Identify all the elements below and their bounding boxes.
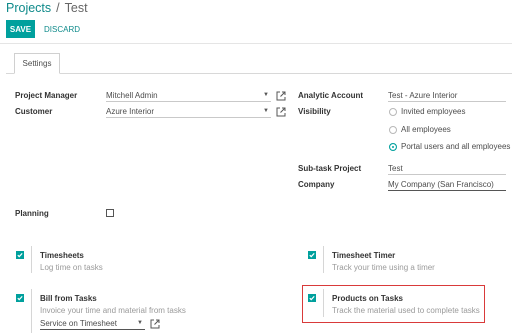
products-on-tasks-description: Track the material used to complete task… (332, 306, 480, 315)
radio-button[interactable] (389, 125, 397, 134)
radio-invited-employees[interactable]: Invited employees (389, 107, 465, 116)
check-icon (309, 295, 315, 301)
radio-button[interactable] (389, 107, 397, 116)
bill-from-tasks-title: Bill from Tasks (40, 294, 97, 303)
products-on-tasks-checkbox[interactable] (308, 294, 316, 302)
caret-down-icon: ▼ (263, 92, 269, 98)
breadcrumb-separator: / (56, 1, 60, 15)
subtask-project-value: Test (388, 163, 403, 173)
customer-value: Azure Interior (106, 106, 155, 116)
analytic-account-label: Analytic Account (298, 91, 364, 100)
caret-down-icon: ▼ (263, 108, 269, 114)
planning-label: Planning (15, 209, 49, 218)
form-sheet-border (0, 43, 512, 44)
highlight-box (302, 285, 485, 323)
company-label: Company (298, 180, 335, 189)
check-icon (309, 252, 315, 258)
bill-from-tasks-checkbox[interactable] (16, 294, 24, 302)
visibility-label: Visibility (298, 107, 331, 116)
subtask-project-field[interactable]: Test (388, 162, 506, 175)
tab-settings[interactable]: Settings (14, 53, 60, 74)
option-divider (31, 246, 32, 273)
company-field[interactable]: My Company (San Francisco) (388, 178, 506, 191)
bill-from-tasks-description: Invoice your time and material from task… (40, 306, 186, 315)
check-icon (17, 295, 23, 301)
external-link-icon[interactable] (150, 319, 160, 329)
radio-label: Portal users and all employees (401, 142, 511, 151)
timesheets-description: Log time on tasks (40, 263, 103, 272)
project-manager-value: Mitchell Admin (106, 90, 158, 100)
timesheet-timer-title: Timesheet Timer (332, 251, 396, 260)
option-divider (323, 246, 324, 273)
company-value: My Company (San Francisco) (388, 179, 494, 189)
option-divider (323, 289, 324, 317)
radio-portal-users[interactable]: Portal users and all employees (389, 142, 510, 151)
check-icon (17, 252, 23, 258)
radio-all-employees[interactable]: All employees (389, 125, 451, 134)
customer-field[interactable]: Azure Interior ▼ (106, 105, 271, 118)
option-divider (31, 289, 32, 333)
timesheet-timer-checkbox[interactable] (308, 251, 316, 259)
tabs-divider (6, 73, 512, 74)
analytic-account-value: Test - Azure Interior (388, 90, 458, 100)
analytic-account-field[interactable]: Test - Azure Interior (388, 89, 506, 102)
discard-button[interactable]: DISCARD (44, 20, 80, 38)
customer-label: Customer (15, 107, 53, 116)
caret-down-icon: ▼ (137, 320, 143, 326)
external-link-icon[interactable] (276, 91, 286, 101)
radio-label: Invited employees (401, 107, 466, 116)
radio-button-selected[interactable] (389, 142, 397, 151)
breadcrumb-current: Test (64, 1, 88, 15)
project-manager-label: Project Manager (15, 91, 78, 100)
invoicing-policy-value: Service on Timesheet (40, 318, 117, 328)
timesheets-title: Timesheets (40, 251, 84, 260)
invoicing-policy-select[interactable]: Service on Timesheet ▼ (40, 317, 145, 330)
breadcrumb-projects-link[interactable]: Projects (6, 1, 51, 15)
radio-label: All employees (401, 125, 451, 134)
save-button[interactable]: SAVE (6, 20, 35, 38)
breadcrumb: Projects / Test (6, 0, 88, 16)
planning-checkbox[interactable] (106, 209, 114, 217)
products-on-tasks-title: Products on Tasks (332, 294, 403, 303)
timesheets-checkbox[interactable] (16, 251, 24, 259)
timesheet-timer-description: Track your time using a timer (332, 263, 435, 272)
project-manager-field[interactable]: Mitchell Admin ▼ (106, 89, 271, 102)
external-link-icon[interactable] (276, 107, 286, 117)
subtask-project-label: Sub-task Project (298, 164, 362, 173)
